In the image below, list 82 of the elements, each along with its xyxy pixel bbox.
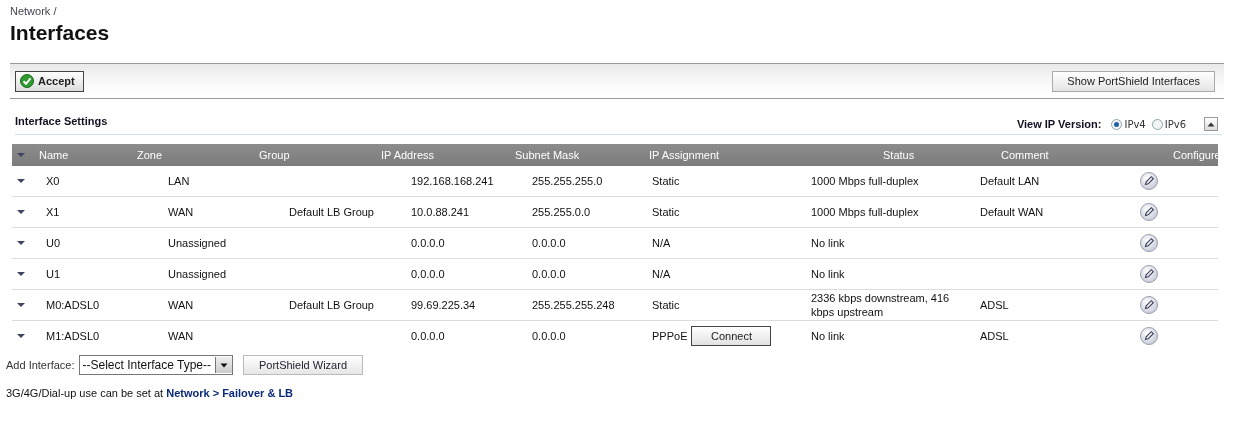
caret-icon[interactable] <box>16 240 26 246</box>
column-header: Subnet Mask <box>515 149 581 161</box>
table-cell: Static <box>652 299 680 311</box>
caret-icon[interactable] <box>16 209 26 215</box>
table-cell-text: 0.0.0.0 <box>411 237 446 249</box>
radio-label[interactable]: IPv6 <box>1164 118 1186 130</box>
table-cell-text: Default LB Group <box>289 299 375 311</box>
interface-type-dropdown[interactable]: --Select Interface Type-- <box>78 355 233 375</box>
page-title: Interfaces <box>10 21 110 45</box>
failover-link[interactable]: Network > Failover & LB <box>166 387 294 399</box>
table-cell-text: Unassigned <box>168 237 228 249</box>
column-header: Comment <box>1001 149 1050 161</box>
column-header: Zone <box>137 149 164 161</box>
pencil-icon[interactable] <box>1140 296 1158 314</box>
table-cell-text: 10.0.88.241 <box>411 206 471 218</box>
column-header: Group <box>259 149 291 161</box>
view-ip-version-label: View IP Version: <box>1016 118 1102 130</box>
pencil-icon[interactable] <box>1140 265 1158 283</box>
column-header: IP Assignment <box>649 149 721 161</box>
table-cell-text: WAN <box>168 299 195 311</box>
caret-icon[interactable] <box>16 178 26 184</box>
section-title: Interface Settings <box>15 115 108 127</box>
pencil-icon[interactable] <box>1140 203 1158 221</box>
column-header: Name <box>39 149 70 161</box>
table-cell-text: ADSL <box>980 330 1010 342</box>
connect-button[interactable]: Connect <box>691 326 772 346</box>
breadcrumb-link[interactable]: Network / <box>10 5 57 17</box>
table-cell-text: 0.0.0.0 <box>532 330 567 342</box>
footer-note: 3G/4G/Dial-up use can be set at Network > Failover & LB <box>6 387 295 399</box>
table-cell: N/A <box>652 237 671 249</box>
table-cell: PPPoE <box>652 330 688 342</box>
pencil-icon[interactable] <box>1140 327 1158 345</box>
table-cell: Static <box>652 206 680 218</box>
column-header: IP Address <box>381 149 435 161</box>
table-cell-text: Default LAN <box>980 175 1041 187</box>
table-cell-text: U1 <box>46 268 62 280</box>
table-cell-text: M0:ADSL0 <box>46 299 101 311</box>
pencil-icon[interactable] <box>1140 234 1158 252</box>
table-cell-text: 255.255.255.248 <box>532 299 616 311</box>
table-cell: Static <box>652 175 680 187</box>
table-cell-text: M1:ADSL0 <box>46 330 101 342</box>
table-cell-text: 1000 Mbps full-duplex <box>811 205 920 219</box>
column-header: Status <box>882 149 916 161</box>
caret-icon[interactable] <box>16 333 26 339</box>
table-cell-text: ADSL <box>980 299 1010 311</box>
table-cell-text: Unassigned <box>168 268 228 280</box>
table-cell-text: WAN <box>168 206 195 218</box>
table-cell-text: X1 <box>46 206 61 218</box>
table-cell-text: X0 <box>46 175 61 187</box>
table-cell-text: 0.0.0.0 <box>411 268 446 280</box>
dropdown-arrow-icon <box>220 362 228 368</box>
table-cell-text: 2336 kbps downstream, 416 kbps upstream <box>811 291 951 319</box>
caret-icon[interactable] <box>16 302 26 308</box>
show-portshield-button[interactable]: Show PortShield Interfaces <box>1052 70 1215 92</box>
add-interface-label: Add Interface: <box>6 359 75 371</box>
up-arrow-icon <box>1207 121 1215 127</box>
table-cell-text: Default LB Group <box>289 206 375 218</box>
table-cell-text: No link <box>811 267 846 281</box>
radio-button[interactable] <box>1151 118 1163 130</box>
radio-button[interactable] <box>1111 118 1123 130</box>
accept-button[interactable]: Accept <box>15 70 84 92</box>
radio-label[interactable]: IPv4 <box>1124 118 1146 130</box>
table-cell-text: WAN <box>168 330 195 342</box>
table-cell-text: No link <box>811 236 846 250</box>
table-cell: N/A <box>652 268 671 280</box>
table-cell-text: 255.255.255.0 <box>532 175 604 187</box>
table-cell-text: 0.0.0.0 <box>532 268 567 280</box>
table-cell-text: 192.168.168.241 <box>411 175 495 187</box>
checkmark-icon <box>20 74 34 88</box>
portshield-wizard-button[interactable]: PortShield Wizard <box>243 355 363 375</box>
table-cell-text: U0 <box>46 237 62 249</box>
caret-icon[interactable] <box>16 271 26 277</box>
table-cell-text: 255.255.0.0 <box>532 206 592 218</box>
table-cell-text: 1000 Mbps full-duplex <box>811 174 920 188</box>
table-cell-text: No link <box>811 329 846 343</box>
table-cell-text: LAN <box>168 175 191 187</box>
pencil-icon[interactable] <box>1140 172 1158 190</box>
collapse-button[interactable] <box>1204 117 1218 131</box>
table-cell-text: 0.0.0.0 <box>532 237 567 249</box>
table-cell-text: 0.0.0.0 <box>411 330 446 342</box>
table-cell-text: 99.69.225.34 <box>411 299 477 311</box>
table-cell-text: Default WAN <box>980 206 1045 218</box>
